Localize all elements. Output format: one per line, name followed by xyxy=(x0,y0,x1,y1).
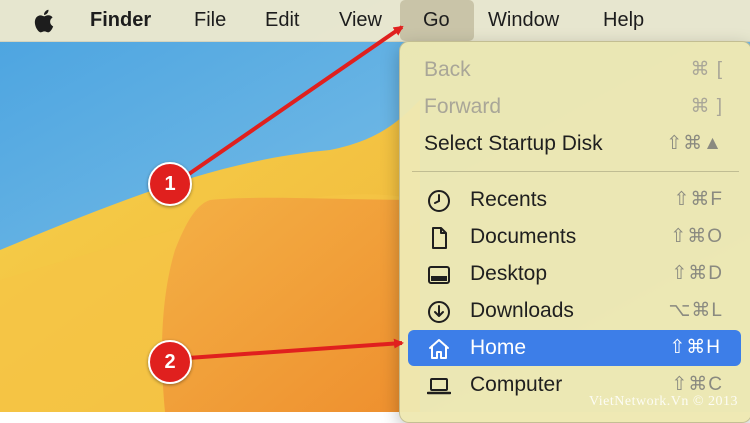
shortcut-label: ⇧⌘O xyxy=(670,226,723,247)
watermark: VietNetwork.Vn © 2013 xyxy=(589,394,738,409)
shortcut-label: ⇧⌘D xyxy=(671,263,723,284)
desktop-icon xyxy=(428,266,450,284)
menu-bar: Finder File Edit View Go Window Help xyxy=(0,0,750,42)
computer-icon xyxy=(427,378,451,395)
shortcut-label: ⌘ [ xyxy=(690,59,723,80)
menu-help[interactable]: Help xyxy=(603,0,644,41)
home-icon xyxy=(429,339,449,359)
document-icon xyxy=(432,227,447,249)
menu-item-label: Desktop xyxy=(470,262,548,285)
menu-item-documents[interactable]: Documents ⇧⌘O xyxy=(400,219,750,255)
menu-item-select-startup-disk[interactable]: Select Startup Disk ⇧⌘▲ xyxy=(400,126,750,162)
shortcut-label: ⌥⌘L xyxy=(668,300,723,321)
menu-item-label: Documents xyxy=(470,225,577,248)
menu-item-label: Back xyxy=(424,58,471,81)
shortcut-label: ⇧⌘▲ xyxy=(666,133,723,154)
step-badge-1: 1 xyxy=(148,162,192,206)
menu-item-forward[interactable]: Forward ⌘ ] xyxy=(400,89,750,125)
menu-finder[interactable]: Finder xyxy=(90,0,151,41)
menu-go[interactable]: Go xyxy=(400,0,474,41)
download-icon xyxy=(428,301,450,323)
menu-file[interactable]: File xyxy=(194,0,226,41)
menu-separator xyxy=(412,171,739,172)
go-menu-dropdown: Back ⌘ [ Forward ⌘ ] Select Startup Disk… xyxy=(399,41,750,423)
menu-item-label: Forward xyxy=(424,95,502,118)
shortcut-label: ⌘ ] xyxy=(690,96,723,117)
menu-item-label: Downloads xyxy=(470,299,574,322)
menu-window[interactable]: Window xyxy=(488,0,559,41)
shortcut-label: ⇧⌘F xyxy=(673,189,723,210)
clock-icon xyxy=(428,190,450,212)
apple-logo-icon[interactable] xyxy=(31,7,59,35)
menu-item-label: Recents xyxy=(470,188,548,211)
step-badge-2: 2 xyxy=(148,340,192,384)
menu-item-label: Select Startup Disk xyxy=(424,132,603,155)
menu-edit[interactable]: Edit xyxy=(265,0,299,41)
menu-item-home[interactable]: Home ⇧⌘H xyxy=(408,330,741,366)
menu-item-back[interactable]: Back ⌘ [ xyxy=(400,52,750,88)
menu-item-desktop[interactable]: Desktop ⇧⌘D xyxy=(400,256,750,292)
menu-item-recents[interactable]: Recents ⇧⌘F xyxy=(400,182,750,218)
menu-item-downloads[interactable]: Downloads ⌥⌘L xyxy=(400,293,750,329)
menu-item-label: Computer xyxy=(470,373,563,396)
menu-item-label: Home xyxy=(470,336,527,359)
menu-view[interactable]: View xyxy=(339,0,382,41)
shortcut-label: ⇧⌘H xyxy=(669,337,721,358)
menu-go-label: Go xyxy=(423,9,450,31)
